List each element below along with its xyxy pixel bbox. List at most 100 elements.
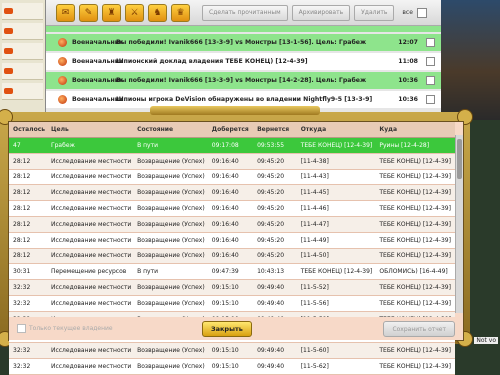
table-cell: [11-4-45] xyxy=(296,184,376,202)
scroll-icon[interactable]: ✎ xyxy=(79,3,98,22)
close-button[interactable]: Закрыть xyxy=(202,321,252,337)
table-cell: Исследование местности xyxy=(46,295,134,312)
table-cell: 09:16:40 xyxy=(207,200,254,217)
table-cell: ТЕБЕ КОНЕЦ) [12-4-39] xyxy=(375,184,455,202)
helmet-icon[interactable]: ⚔ xyxy=(125,3,144,22)
knight-icon[interactable]: ♞ xyxy=(148,3,167,22)
troops-table-panel: Осталось Цель Состояние Доберется Вернется От… xyxy=(8,121,464,375)
select-all-checkbox[interactable] xyxy=(416,7,427,18)
table-row[interactable]: 32:32Исследование местностиВозвращение (… xyxy=(9,342,455,360)
flag-icon xyxy=(4,88,13,94)
column-header[interactable]: Осталось xyxy=(9,122,47,138)
table-row[interactable]: 32:32Исследование местностиВозвращение (… xyxy=(9,295,455,312)
table-cell: Возвращение (Успех) xyxy=(133,153,208,170)
game-background xyxy=(440,0,500,120)
dialog-footer: Только текущее владение Закрыть Сохранит… xyxy=(9,317,463,340)
table-cell: 32:32 xyxy=(9,342,47,360)
mail-checkbox[interactable] xyxy=(426,38,435,47)
table-cell: Исследование местности xyxy=(46,232,134,249)
table-cell: 09:16:40 xyxy=(207,184,254,202)
table-cell: 28:12 xyxy=(9,153,47,170)
left-sidebar xyxy=(0,0,46,120)
column-header[interactable]: Вернется xyxy=(253,122,297,138)
table-row[interactable]: 28:12 Исследование местности Возвращение (… xyxy=(9,169,455,186)
mail-checkbox[interactable] xyxy=(426,95,435,104)
table-cell: Возвращение (Успех) xyxy=(133,279,208,296)
only-current-option[interactable]: Только текущее владение xyxy=(17,324,113,333)
column-header[interactable]: Куда xyxy=(375,122,455,138)
mail-checkbox[interactable] xyxy=(426,57,435,66)
table-cell: 32:32 xyxy=(9,295,47,312)
table-row[interactable]: 28:12 Исследование местности Возвращение (… xyxy=(9,248,455,265)
crown-icon[interactable]: ♛ xyxy=(171,3,190,22)
table-cell: Возвращение (Успех) xyxy=(133,216,208,233)
table-cell: 09:45:20 xyxy=(253,184,297,202)
table-cell: 30:31 xyxy=(9,263,47,281)
mail-sender: Военачальник xyxy=(72,77,124,84)
column-header[interactable]: Состояние xyxy=(133,122,208,138)
table-cell: 09:49:40 xyxy=(253,295,297,312)
mail-subject[interactable]: Шпионы игрока DeVision обнаружены во вла… xyxy=(116,96,394,103)
column-header[interactable]: Откуда xyxy=(296,122,376,138)
table-cell: 09:15:10 xyxy=(207,295,254,312)
mail-sender: Военачальник xyxy=(72,58,124,65)
battle-icon xyxy=(58,95,67,104)
archive-button[interactable]: Архивировать xyxy=(291,4,351,21)
column-header[interactable]: Доберется xyxy=(207,122,254,138)
table-cell: 09:45:20 xyxy=(253,232,297,249)
mark-read-button[interactable]: Сделать прочитанным xyxy=(202,4,288,21)
table-cell: 09:49:40 xyxy=(253,358,297,375)
table-cell: 28:12 xyxy=(9,184,47,202)
table-cell: 32:32 xyxy=(9,279,47,296)
table-row[interactable]: 28:12 Исследование местности Возвращение (… xyxy=(9,200,455,217)
table-row[interactable]: 28:12 Исследование местности Возвращение (… xyxy=(9,153,455,170)
table-cell: [11-5-60] xyxy=(296,342,376,360)
table-row[interactable]: 28:12 Исследование местности Возвращение (… xyxy=(9,216,455,233)
mail-subject[interactable]: Вы победили! Ivanik666 [13-3-9] vs Монст… xyxy=(116,77,394,84)
table-cell: Возвращение (Успех) xyxy=(133,342,208,360)
table-cell: 09:45:20 xyxy=(253,248,297,265)
table-cell: 09:16:40 xyxy=(207,169,254,186)
mail-row[interactable]: Военачальник Вы победили! Ivanik666 [13-3… xyxy=(46,34,441,51)
table-cell: Исследование местности xyxy=(46,216,134,233)
table-cell: [11-4-38] xyxy=(296,153,376,170)
table-cell: 28:12 xyxy=(9,248,47,265)
table-row[interactable]: 28:12 Исследование местности Возвращение (… xyxy=(9,232,455,249)
table-row[interactable]: 28:12 Исследование местности Возвращение (… xyxy=(9,184,455,202)
mail-row[interactable]: Военачальник Вы победили! Ivanik666 [13-3… xyxy=(46,72,441,89)
mail-time: 10:36 xyxy=(398,96,418,103)
column-header[interactable]: Цель xyxy=(46,122,134,138)
table-cell: [11-4-50] xyxy=(296,248,376,265)
only-current-checkbox[interactable] xyxy=(17,324,26,333)
mail-row[interactable]: Военачальник Шпионский доклад владения ТЕ… xyxy=(46,53,441,70)
mail-checkbox[interactable] xyxy=(426,76,435,85)
castle-icon[interactable]: ♜ xyxy=(102,3,121,22)
table-cell: 28:12 xyxy=(9,200,47,217)
table-row[interactable]: 32:32Исследование местностиВозвращение (… xyxy=(9,279,455,296)
table-cell: Перемещение ресурсов xyxy=(46,263,134,281)
flag-icon xyxy=(4,8,13,14)
list-item xyxy=(46,26,441,32)
mail-subject[interactable]: Вы победили! Ivanik666 [13-3-9] vs Монст… xyxy=(116,39,394,46)
table-cell: Исследование местности xyxy=(46,279,134,296)
scrollbar-thumb[interactable] xyxy=(457,139,462,179)
scrollbar[interactable] xyxy=(455,135,463,313)
table-cell: [11-5-52] xyxy=(296,279,376,296)
table-cell: Возвращение (Успех) xyxy=(133,295,208,312)
table-cell: Исследование местности xyxy=(46,358,134,375)
table-cell: 09:45:20 xyxy=(253,169,297,186)
table-cell: 09:49:40 xyxy=(253,279,297,296)
save-report-button[interactable]: Сохранить отчет xyxy=(383,321,455,337)
mail-icon[interactable]: ✉ xyxy=(56,3,75,22)
table-cell: 09:16:40 xyxy=(207,248,254,265)
mail-subject[interactable]: Шпионский доклад владения ТЕБЕ КОНЕЦ) [1… xyxy=(116,58,394,65)
table-header: Осталось Цель Состояние Доберется Вернется От… xyxy=(9,122,455,138)
table-cell: Возвращение (Успех) xyxy=(133,169,208,186)
table-row[interactable]: 47 Грабеж В пути 09:17:08 09:53:55 ТЕБЕ КОНЕЦ… xyxy=(9,137,455,154)
table-row[interactable]: 32:32Исследование местностиВозвращение (… xyxy=(9,358,455,375)
table-cell: ОБЛОМИСЬ) [16-4-49] xyxy=(375,263,455,281)
table-cell: Исследование местности xyxy=(46,184,134,202)
delete-button[interactable]: Удалить xyxy=(354,4,395,21)
table-cell: Исследование местности xyxy=(46,153,134,170)
table-row[interactable]: 30:31 Перемещение ресурсов В пути 09:47:39 1… xyxy=(9,263,455,281)
